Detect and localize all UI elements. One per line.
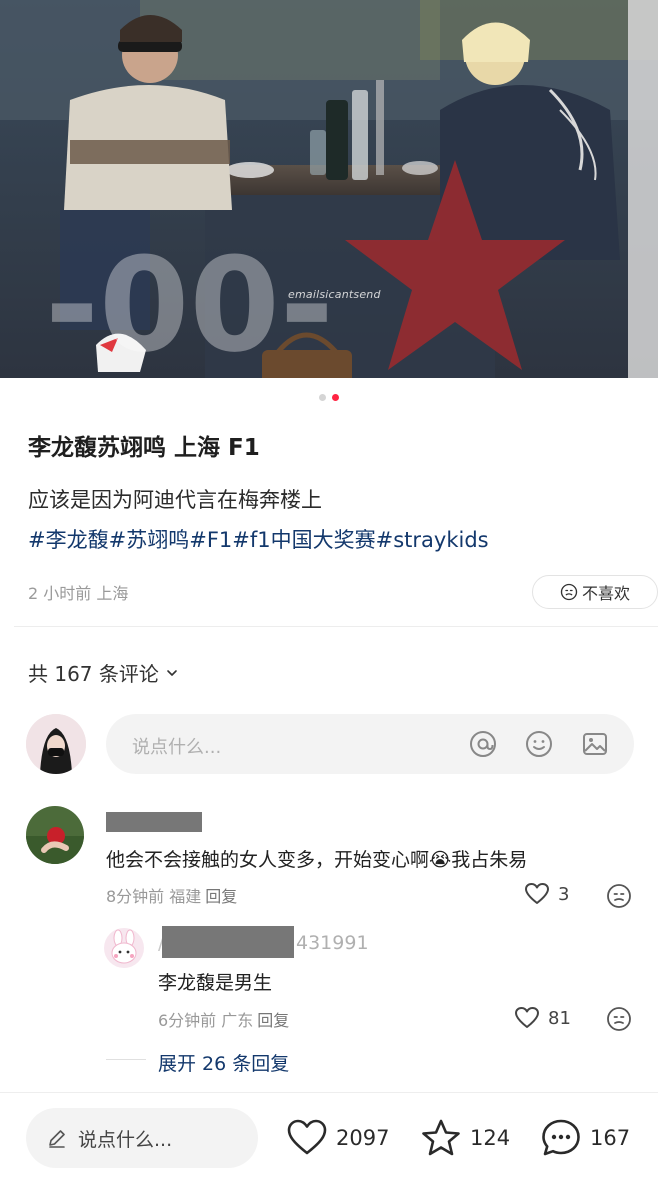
like-button[interactable]: 2097 xyxy=(286,1114,389,1162)
comment-text: 他会不会接触的女人变多，开始变心啊😭我占朱易 xyxy=(106,849,528,871)
carousel-dot-active[interactable] xyxy=(332,394,339,401)
pencil-icon xyxy=(49,1130,65,1148)
avatar[interactable] xyxy=(26,806,84,864)
comment-button[interactable]: 167 xyxy=(540,1114,630,1162)
comments-count-toggle[interactable]: 共 167 条评论 xyxy=(28,658,179,687)
comment-time-location: 8分钟前 福建 xyxy=(106,887,202,906)
photo-watermark: emailsicantsend xyxy=(288,288,381,301)
reply-time-location: 6分钟前 广东 xyxy=(158,1011,254,1030)
heart-icon xyxy=(515,1007,539,1028)
commenter-avatar-image xyxy=(26,806,84,864)
avatar[interactable] xyxy=(104,928,144,968)
post-description: 应该是因为阿迪代言在梅奔楼上 xyxy=(28,488,322,512)
hashtag-link[interactable]: #f1中国大奖赛 xyxy=(232,528,375,552)
bottom-comment-input[interactable]: 说点什么... xyxy=(26,1108,258,1168)
hashtag-link[interactable]: #李龙馥 xyxy=(28,528,109,552)
comment-like-button[interactable]: 3 xyxy=(524,882,569,906)
carousel-dot[interactable] xyxy=(319,394,326,401)
bottom-input-placeholder: 说点什么... xyxy=(78,1128,173,1151)
comments-count-label: 共 167 条评论 xyxy=(28,662,159,686)
favorite-count: 124 xyxy=(470,1126,511,1150)
hashtag-link[interactable]: #苏翊鸣 xyxy=(109,528,190,552)
photo-illustration: -00- xyxy=(0,0,658,378)
post-title: 李龙馥苏翊鸣 上海 F1 xyxy=(28,435,260,461)
emoji-icon[interactable] xyxy=(524,729,554,759)
comment-meta: 8分钟前 福建 回复 xyxy=(106,883,237,907)
comment-count: 167 xyxy=(590,1126,631,1150)
carousel-indicator xyxy=(0,394,658,401)
hashtag-link[interactable]: #F1 xyxy=(189,528,232,552)
comment-input[interactable]: 说点什么... xyxy=(106,714,634,774)
reply-button[interactable]: 回复 xyxy=(257,1011,289,1030)
favorite-button[interactable]: 124 xyxy=(420,1114,510,1162)
divider xyxy=(14,626,658,627)
neutral-face-icon xyxy=(560,583,578,601)
hashtag-link[interactable]: #straykids xyxy=(376,528,489,552)
expand-divider xyxy=(106,1059,146,1060)
expand-replies-button[interactable]: 展开 26 条回复 xyxy=(158,1049,289,1076)
replier-avatar-image xyxy=(104,928,144,968)
chat-bubble-icon xyxy=(542,1119,580,1156)
image-icon[interactable] xyxy=(580,729,610,759)
comment-input-placeholder: 说点什么... xyxy=(132,737,222,758)
reply-username-suffix: 431991 xyxy=(296,932,369,954)
heart-icon xyxy=(287,1119,327,1155)
dislike-button[interactable]: 不喜欢 xyxy=(532,575,658,609)
chevron-down-icon xyxy=(167,669,177,676)
dislike-face-icon[interactable] xyxy=(606,1006,632,1032)
redacted-username xyxy=(162,926,294,958)
reply-button[interactable]: 回复 xyxy=(205,887,237,906)
reply-like-count: 81 xyxy=(548,1007,571,1029)
post-photo[interactable]: -00- emailsicantsend xyxy=(0,0,658,378)
reply-meta: 6分钟前 广东 回复 xyxy=(158,1007,289,1031)
reply-like-button[interactable]: 81 xyxy=(514,1006,571,1030)
like-count: 2097 xyxy=(336,1126,390,1150)
reply-text: 李龙馥是男生 xyxy=(158,972,273,994)
heart-icon xyxy=(525,883,549,904)
bottom-bar-divider xyxy=(0,1092,658,1093)
redacted-username xyxy=(106,812,202,832)
post-meta: 2 小时前 上海 xyxy=(28,584,129,603)
dislike-label: 不喜欢 xyxy=(581,584,630,603)
avatar[interactable] xyxy=(26,714,86,774)
dislike-face-icon[interactable] xyxy=(606,883,632,909)
star-icon xyxy=(422,1119,460,1156)
post-tags: #李龙馥#苏翊鸣#F1#f1中国大奖赛#straykids xyxy=(28,524,489,554)
mention-icon[interactable] xyxy=(468,729,498,759)
comment-like-count: 3 xyxy=(558,883,570,905)
user-avatar-image xyxy=(26,714,86,774)
